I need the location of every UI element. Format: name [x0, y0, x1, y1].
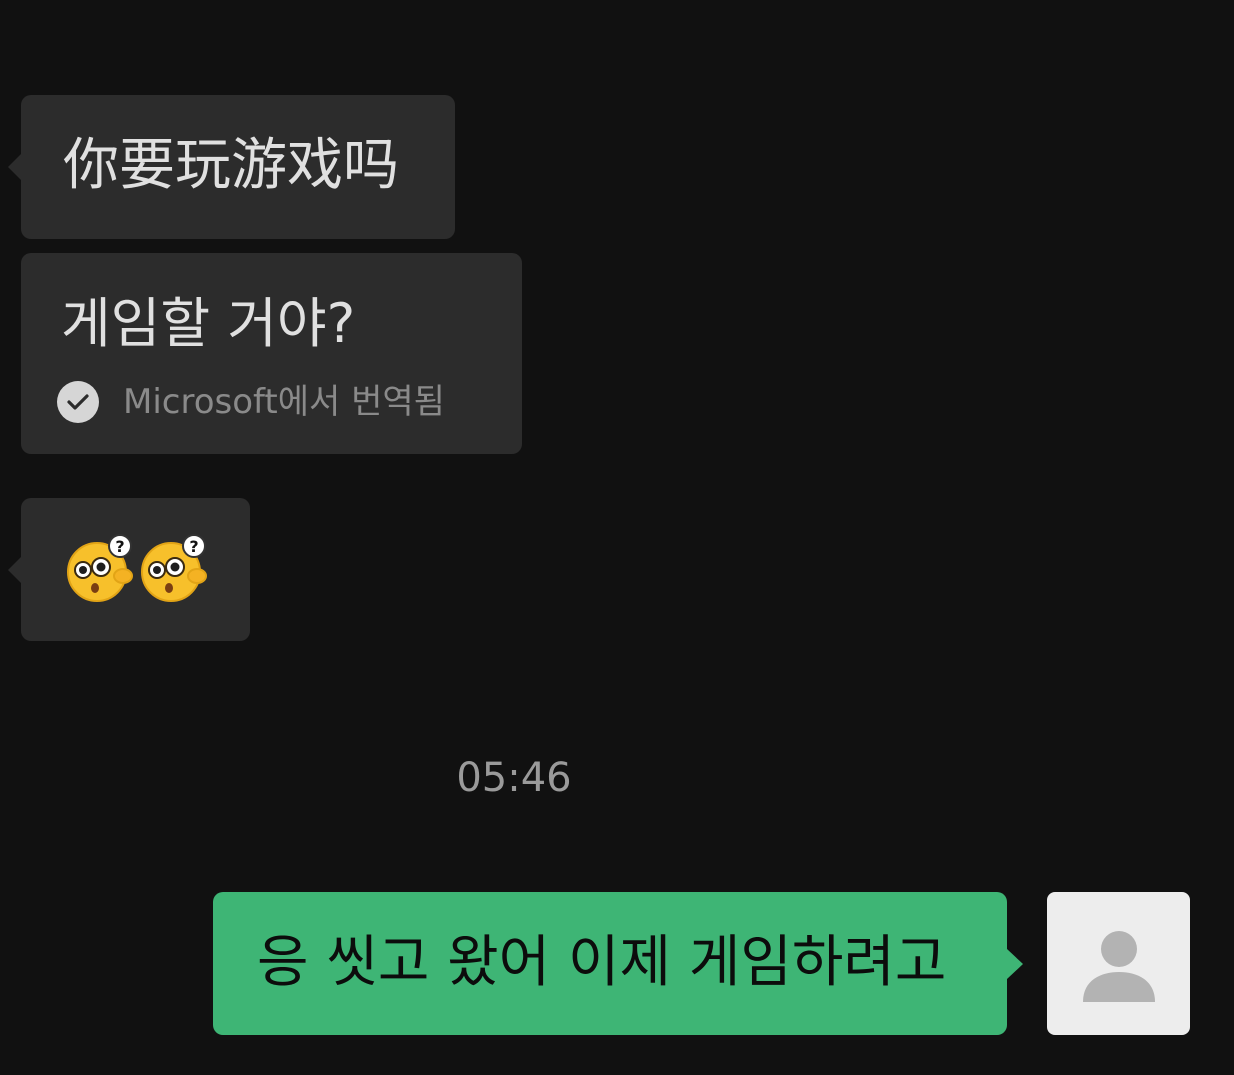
message-text: 你要玩游戏吗 [63, 133, 399, 198]
translation-note: Microsoft에서 번역됨 [57, 377, 445, 427]
default-user-avatar-icon [1082, 930, 1155, 1002]
svg-text:?: ? [189, 537, 198, 556]
message-text: 게임할 거야? [61, 292, 356, 355]
incoming-message-bubble[interactable]: 你要玩游戏吗 [8, 95, 455, 239]
translated-message-bubble[interactable]: 게임할 거야? Microsoft에서 번역됨 [21, 253, 522, 454]
translation-label: Microsoft에서 번역됨 [123, 382, 445, 422]
svg-text:?: ? [115, 537, 124, 556]
message-timestamp: 05:46 [456, 755, 572, 801]
face-with-question-mark-emoji: ? [67, 534, 133, 602]
face-with-question-mark-emoji: ? [141, 534, 207, 602]
outgoing-message-bubble[interactable]: 응 씻고 왔어 이제 게임하려고 [213, 892, 1023, 1035]
user-avatar[interactable] [1047, 892, 1190, 1035]
emoji-message-bubble[interactable]: ? ? [8, 498, 250, 641]
check-circle-icon [57, 381, 99, 423]
message-text: 응 씻고 왔어 이제 게임하려고 [257, 930, 947, 995]
